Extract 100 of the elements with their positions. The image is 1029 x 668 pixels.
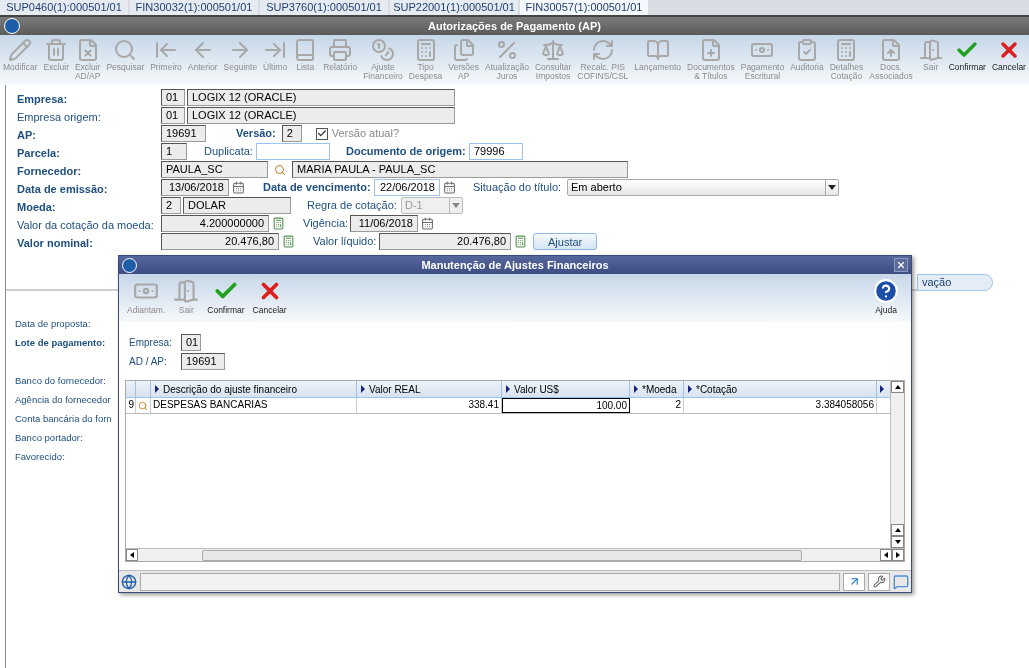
input-field[interactable]: 4.200000000 <box>161 215 269 232</box>
input-field[interactable]: 22/06/2018 <box>374 179 440 196</box>
input-field[interactable]: 19691 <box>161 125 206 142</box>
field-label: Fornecedor: <box>17 164 82 177</box>
section-tab[interactable]: vação <box>917 274 993 291</box>
field-label: Valor nominal: <box>17 236 93 249</box>
calculator-icon[interactable] <box>272 217 285 230</box>
pencil-icon <box>8 38 33 62</box>
input-field[interactable]: 01 <box>181 334 201 351</box>
sort-arrow-icon <box>688 385 692 393</box>
column-header[interactable]: Valor US$ <box>502 381 630 397</box>
field-label: Vigência: <box>303 216 350 232</box>
dialog-title: Manutenção de Ajustes Financeiros <box>421 257 609 273</box>
input-field[interactable]: PAULA_SC <box>161 161 268 178</box>
checkbox-label: Versão atual? <box>331 126 400 142</box>
input-field[interactable]: 19691 <box>181 353 225 370</box>
search-icon[interactable] <box>138 400 148 411</box>
dropdown-arrow-icon <box>825 180 838 195</box>
field-label: Duplicata: <box>204 144 254 160</box>
input-field[interactable]: 79996 <box>469 143 523 160</box>
close-button[interactable] <box>894 258 908 272</box>
sort-arrow-icon <box>880 385 884 393</box>
documents-icon <box>451 38 476 62</box>
input-field[interactable]: 2 <box>161 197 181 214</box>
field-label: Empresa: <box>17 92 68 105</box>
calculator-icon[interactable] <box>514 235 527 248</box>
input-field[interactable]: DOLAR <box>183 197 291 214</box>
chat-icon[interactable] <box>893 573 909 590</box>
input-field[interactable]: 1 <box>161 143 187 160</box>
trash-icon <box>44 38 69 62</box>
input-field[interactable]: 20.476,80 <box>379 233 511 250</box>
sort-arrow-icon <box>506 385 510 393</box>
field-label: Versão: <box>236 126 276 142</box>
input-field[interactable]: 20.476,80 <box>161 233 279 250</box>
input-field[interactable]: 13/06/2018 <box>161 179 229 196</box>
confirm-button[interactable]: Confirmar <box>947 38 987 72</box>
calendar-icon[interactable] <box>232 181 245 194</box>
input-field[interactable]: MARIA PAULA - PAULA_SC <box>292 161 628 178</box>
calculator-icon[interactable] <box>282 235 295 248</box>
help-icon <box>873 278 899 304</box>
field-label: Empresa: <box>129 336 173 350</box>
field-label: Regra de cotação: <box>307 198 398 214</box>
field-label: Data de emissão: <box>17 182 108 195</box>
sort-arrow-icon <box>361 385 365 393</box>
field-label: Data de vencimento: <box>263 180 372 196</box>
confirm-button[interactable]: Confirmar <box>203 278 249 317</box>
globe-icon[interactable] <box>121 573 137 590</box>
vertical-scrollbar[interactable] <box>890 381 904 548</box>
table-cell: 100.00 <box>502 398 630 413</box>
logo-icon <box>122 257 137 273</box>
logo-icon <box>4 18 20 34</box>
window-title: Autorizações de Pagamento (AP) <box>428 18 601 34</box>
row-number: 9 <box>126 398 136 413</box>
tab[interactable]: SUP3760(1):000501/01 <box>260 0 388 15</box>
sort-arrow-icon <box>155 385 159 393</box>
horizontal-scrollbar[interactable] <box>126 548 904 561</box>
cancel-button[interactable]: Cancelar <box>248 278 291 317</box>
column-header[interactable]: Valor REAL <box>357 381 502 397</box>
input-field[interactable]: 2 <box>281 125 302 142</box>
refresh-icon <box>590 38 615 62</box>
field-label: Favorecido: <box>15 450 65 464</box>
calendar-icon[interactable] <box>421 217 434 230</box>
table-cell: 338.41 <box>357 398 502 413</box>
input-field[interactable]: 01 <box>161 89 185 106</box>
column-header[interactable]: *Moeda <box>630 381 684 397</box>
calendar-icon[interactable] <box>443 181 456 194</box>
resize-button[interactable] <box>843 572 865 591</box>
tab[interactable]: SUP0460(1):000501/01 <box>0 0 128 15</box>
field-label: Empresa origem: <box>17 110 101 123</box>
coins-icon <box>370 38 395 62</box>
tools-button[interactable] <box>868 572 890 591</box>
field-label: Parcela: <box>17 146 60 159</box>
open-book-icon <box>645 38 670 62</box>
help-button[interactable]: Ajuda <box>873 278 899 317</box>
input-field[interactable] <box>256 143 330 160</box>
field-label: AD / AP: <box>129 355 168 369</box>
column-header[interactable]: Descrição do ajuste financeiro <box>151 381 357 397</box>
search-icon <box>113 38 138 62</box>
input-field[interactable]: LOGIX 12 (ORACLE) <box>187 107 455 124</box>
dropdown-arrow-icon <box>449 198 462 213</box>
tab[interactable]: SUP22001(1):000501/01 <box>390 0 518 15</box>
field-label: Lote de pagamento: <box>15 336 106 350</box>
cancel-button[interactable]: Cancelar <box>990 38 1027 72</box>
adjust-button[interactable]: Ajustar <box>533 233 598 250</box>
door-icon <box>173 278 200 304</box>
status-select[interactable]: Em aberto <box>567 179 839 196</box>
tab[interactable]: FIN30057(1):000501/01 <box>520 0 648 15</box>
input-field[interactable]: 11/06/2018 <box>350 215 418 232</box>
door-icon <box>918 38 943 62</box>
field-label: Documento de origem: <box>346 144 467 160</box>
column-header[interactable]: *Cotação <box>684 381 877 397</box>
input-field[interactable]: LOGIX 12 (ORACLE) <box>187 89 455 106</box>
input-field[interactable]: 01 <box>161 107 185 124</box>
field-label: Banco do fornecedor: <box>15 374 106 388</box>
field-label: Situação do título: <box>473 180 563 196</box>
scale-icon <box>541 38 566 62</box>
search-icon[interactable] <box>274 163 286 176</box>
field-label: AP: <box>17 128 36 141</box>
field-label: Valor líquido: <box>313 234 378 250</box>
tab[interactable]: FIN30032(1):000501/01 <box>130 0 258 15</box>
